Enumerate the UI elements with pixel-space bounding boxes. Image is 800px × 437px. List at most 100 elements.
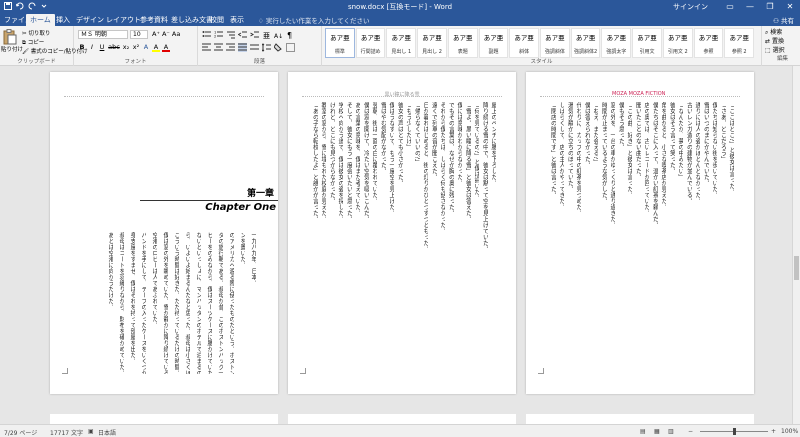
text-column[interactable]: 雪はやむ気配がなかった。 (380, 102, 386, 374)
strikethrough-button[interactable]: abc (108, 43, 120, 52)
text-column[interactable]: 「帰らなくていいの?」 (414, 102, 420, 374)
text-column[interactable]: 僕は窓を開けて、冷たい空気を吸いこんだ。 (363, 102, 369, 374)
underline-button[interactable]: U (98, 43, 106, 52)
italic-button[interactable]: I (88, 43, 96, 52)
text-column[interactable]: しばらくして、店の主人がやってきた。 (558, 102, 564, 374)
justify-icon[interactable] (238, 43, 247, 52)
text-column[interactable]: 屋上のベンチに腰を下ろした。 (490, 102, 496, 374)
style-item[interactable]: あア亜 斜体 (509, 28, 540, 58)
text-column[interactable]: 僕には意味がわからなかった。 (456, 102, 462, 374)
text-column[interactable]: 「閉店の時間です」と彼は言った。 (550, 102, 556, 374)
print-layout-icon[interactable]: ▦ (654, 428, 660, 435)
page-2[interactable]: 黒い瞳に降る雪 屋上のベンチに腰を下ろした。 降り続ける雪の中で、彼女は黙って空を… (288, 72, 516, 394)
cut-button[interactable]: ✂ 切り取り (22, 29, 50, 37)
text-column[interactable]: そして、彼女にもう一度会いたいと思った。 (346, 102, 352, 374)
tab-layout[interactable]: レイアウト (106, 15, 141, 25)
highlight-button[interactable]: A (152, 43, 160, 52)
copy-button[interactable]: ⧉ コピー (22, 38, 44, 47)
read-mode-icon[interactable]: ▤ (640, 428, 646, 435)
tab-home[interactable]: ホーム (26, 14, 55, 26)
text-column[interactable]: 「あの子なら転校したよ」と誰かが言った。 (312, 102, 318, 374)
scrollbar-thumb[interactable] (794, 256, 799, 280)
sort-icon[interactable]: A↓ (274, 30, 283, 40)
text-column[interactable]: あとは空港に向かうだけだ。 (107, 232, 113, 374)
page-1[interactable]: 第一章 Chapter One 一九八九年、日本。 ンを置いた。 のアメリカへ渡る際… (50, 72, 278, 394)
text-column[interactable]: 「何を見ているの?」と僕は訊いた。 (473, 102, 479, 374)
text-column[interactable]: 角を曲がると、小さな喫茶店が見えた。 (660, 102, 666, 374)
find-button[interactable]: ⌕ 検索 (765, 28, 800, 37)
text-column[interactable]: 代わりに、カップの中の紅茶を見つめた。 (575, 102, 581, 374)
text-column[interactable]: ンを置いた。 (239, 232, 245, 374)
text-column[interactable]: ないといっしょに、マンハッタンのホテルで泊まるのだ。 (195, 232, 201, 374)
page-3[interactable]: MOZA MOZA FICTION 「ここはどこ?」と彼女は言った。 「さあ、どこ… (526, 72, 754, 394)
numbering-icon[interactable]: 12 (214, 30, 223, 39)
style-item[interactable]: あア亜 見出し 2 (417, 28, 447, 58)
grow-shrink-font-icons[interactable]: A⁺ A⁻ Aa (152, 30, 180, 38)
font-color-button[interactable]: A (162, 43, 170, 52)
page-count[interactable]: 7/29 ページ (4, 428, 37, 437)
line-spacing-icon[interactable] (261, 43, 271, 52)
text-column[interactable]: 窓の外を、一台の車がゆっくりと通り過ぎた。 (609, 102, 615, 374)
text-column[interactable]: 「もう少しだけ」 (405, 102, 411, 374)
text-column[interactable]: 学校へ向かう道で、僕は彼女の姿を探した。 (337, 102, 343, 374)
select-button[interactable]: ⬚ 選択 (765, 46, 800, 55)
style-item[interactable]: あア亜 引用文 2 (662, 28, 693, 58)
text-direction-icon[interactable]: 亜 (262, 30, 271, 40)
bullets-icon[interactable] (202, 30, 211, 39)
tab-mailings[interactable]: 差し込み文書 (171, 15, 213, 25)
vertical-scrollbar[interactable] (792, 66, 800, 424)
tab-review[interactable]: 校閲 (210, 15, 224, 25)
web-layout-icon[interactable]: ▥ (668, 428, 674, 435)
style-item[interactable]: あア亜 参照 (693, 28, 724, 58)
text-column[interactable]: 遠くで列車の音が聞こえた。 (431, 102, 437, 374)
text-column[interactable]: 古いレンガ造りの建物が並んでいる。 (686, 102, 692, 374)
align-right-icon[interactable] (226, 43, 235, 52)
share-button[interactable]: ⚇ 共有 (773, 15, 794, 25)
text-column[interactable]: 雪はいつのまにかやんでいた。 (703, 102, 709, 374)
text-column[interactable]: ダの旅行鞄である。叔母が昔、このボストンバッグ一つで (217, 232, 223, 374)
subscript-button[interactable]: x₂ (122, 43, 130, 52)
replace-button[interactable]: ⇄ 置換 (765, 37, 800, 46)
style-item[interactable]: あア亜 副題 (478, 28, 509, 58)
text-column[interactable]: 身支度をすませ、僕はそれを持って部屋を出た。 (129, 232, 135, 374)
style-item[interactable]: あア亜 表題 (447, 28, 478, 58)
text-column[interactable]: 通りには人の姿がほとんどなかった。 (694, 102, 700, 374)
font-name-select[interactable]: ＭＳ 明朝 (78, 30, 128, 39)
superscript-button[interactable]: x² (132, 43, 140, 52)
language[interactable]: 日本語 (98, 428, 116, 437)
zoom-in-icon[interactable]: + (771, 428, 776, 435)
text-column[interactable]: けれど、どこにも見つからなかった。 (329, 102, 335, 374)
paste-label[interactable]: 貼り付け (1, 45, 23, 53)
text-column[interactable]: 翌朝、街は一面の白に覆われていた。 (371, 102, 377, 374)
style-item[interactable]: あア亜 強調斜体2 (570, 28, 601, 58)
text-column[interactable]: 湯気が静かに立ちのぼっていた。 (567, 102, 573, 374)
signin-link[interactable]: サインイン (673, 2, 708, 12)
text-effects-button[interactable]: A (142, 43, 150, 52)
text-column[interactable]: ヒーをのみながら、僕はスーツケースに腰かけていた。 (206, 232, 212, 374)
multilevel-list-icon[interactable] (226, 30, 235, 39)
style-item[interactable]: あア亜 参照 2 (724, 28, 755, 58)
zoom-slider-handle[interactable] (732, 428, 736, 435)
paste-icon[interactable] (3, 29, 17, 45)
tab-insert[interactable]: 挿入 (56, 15, 70, 25)
text-column[interactable]: 教室の窓から、雪に埋もれた校庭が見えた。 (320, 102, 326, 374)
text-column[interactable]: 時間が止まっているような気がした。 (601, 102, 607, 374)
text-column[interactable]: 日が暮れはじめると、街の灯りがひとつずつともった。 (422, 102, 428, 374)
text-column[interactable]: 「さあ、どこだろう」 (720, 102, 726, 374)
style-item[interactable]: あア亜 標準 (325, 28, 355, 58)
close-icon[interactable]: ✕ (780, 0, 800, 13)
text-column[interactable]: ら、いよいよ始まるんだなと思った。叔母は小さくほほえんだ。 (184, 232, 190, 374)
style-item[interactable]: あア亜 強調太字 (601, 28, 632, 58)
zoom-percent[interactable]: 100% (781, 428, 798, 435)
align-left-icon[interactable] (202, 43, 211, 52)
text-column[interactable]: 「ここはどこ?」と彼女は言った。 (728, 102, 734, 374)
text-column[interactable]: こういう時間は好きだ。ただ待っているだけの時間。 (173, 232, 179, 374)
bold-button[interactable]: B (78, 43, 86, 52)
text-column[interactable]: 彼女はそう言って笑った。 (669, 102, 675, 374)
align-center-icon[interactable] (214, 43, 223, 52)
minimize-icon[interactable]: — (740, 0, 760, 13)
text-column[interactable]: 僕はうなずいて、もう一度空を見上げた。 (388, 102, 394, 374)
text-column[interactable]: 彼女の声はとても小さかった。 (397, 102, 403, 374)
text-column[interactable]: それから僕たちは、しばらく何も話さなかった。 (439, 102, 445, 374)
text-column[interactable]: 「なんだか、夢の中みたい」 (677, 102, 683, 374)
